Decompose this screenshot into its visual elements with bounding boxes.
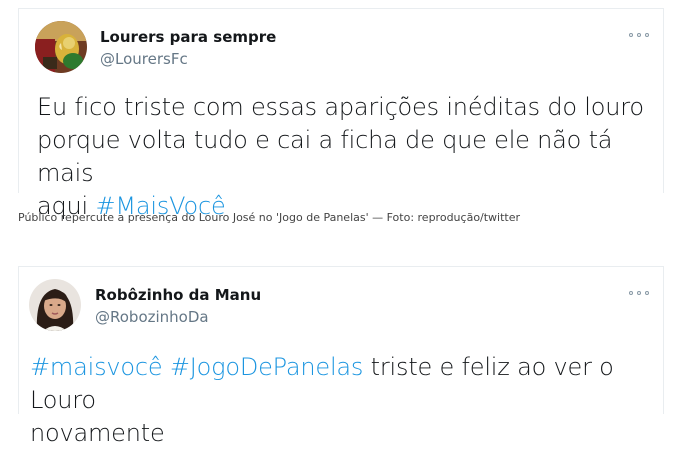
tweet-text: Eu fico triste com essas aparições inédi… bbox=[37, 91, 657, 223]
tweet-text: #maisvocê #JogoDePanelas triste e feliz … bbox=[30, 351, 660, 450]
avatar-parrot-image bbox=[35, 21, 87, 73]
more-options-icon[interactable] bbox=[629, 30, 649, 40]
avatar-person-image bbox=[29, 279, 81, 331]
user-name[interactable]: Robôzinho da Manu bbox=[95, 286, 261, 304]
hashtag-jogodepanelas[interactable]: #JogoDePanelas bbox=[170, 353, 364, 381]
user-handle[interactable]: @LourersFc bbox=[100, 50, 188, 68]
avatar-robozinho[interactable] bbox=[29, 279, 81, 331]
hashtag-maisvoce[interactable]: #maisvocê bbox=[30, 353, 163, 381]
image-caption: Público repercute a presença do Louro Jo… bbox=[18, 211, 521, 224]
user-handle[interactable]: @RobozinhoDa bbox=[95, 308, 209, 326]
tweet-text-space bbox=[162, 353, 169, 381]
more-options-icon[interactable] bbox=[629, 288, 649, 298]
tweet-card-2: Robôzinho da Manu @RobozinhoDa #maisvocê… bbox=[18, 266, 664, 447]
tweet-card-1: Lourers para sempre @LourersFc Eu fico t… bbox=[18, 8, 664, 220]
avatar-lourers[interactable] bbox=[35, 21, 87, 73]
user-name[interactable]: Lourers para sempre bbox=[100, 28, 276, 46]
